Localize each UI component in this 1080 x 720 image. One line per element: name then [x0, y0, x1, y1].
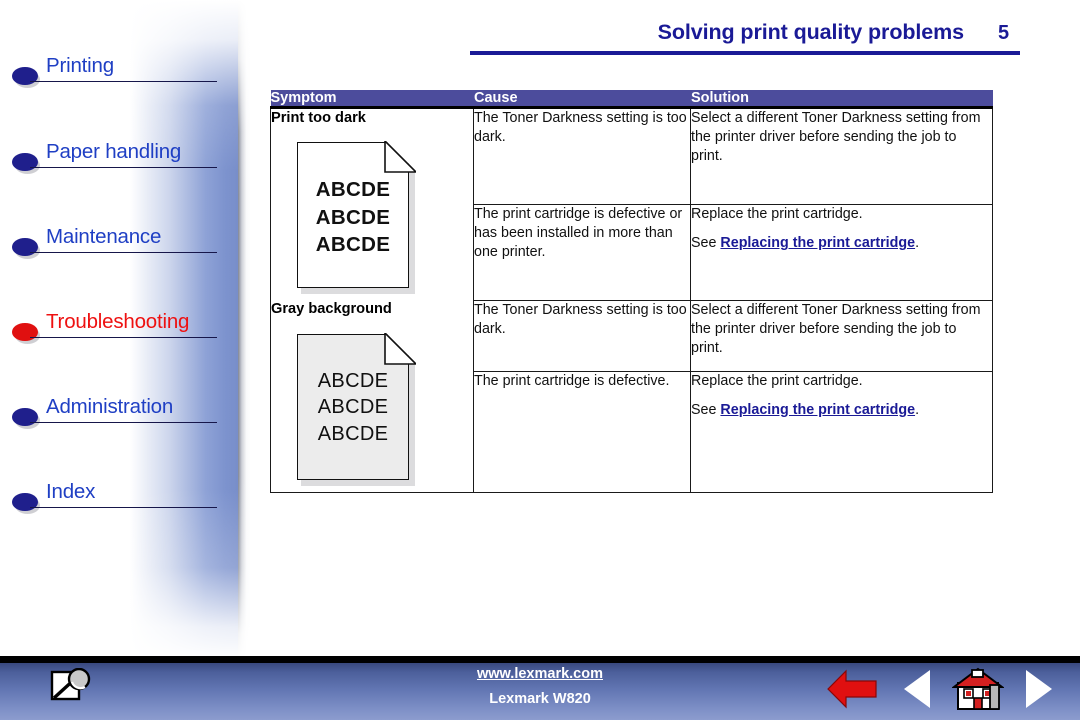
page-number: 5	[998, 22, 1010, 44]
page-title: Solving print quality problems	[657, 20, 964, 44]
gray-background-sample-page: ABCDE ABCDE ABCDE	[297, 332, 416, 486]
sidebar-item-rule	[30, 422, 217, 423]
bullet-icon	[12, 323, 40, 344]
see-suffix: .	[915, 401, 920, 418]
see-prefix: See	[691, 401, 721, 418]
replacing-the-print-cartridge-link[interactable]: Replacing the print cartridge	[720, 402, 915, 418]
symptom-cell-print-too-dark: Print too dark ABCDE ABCDE ABCDE	[270, 107, 474, 301]
solution-cell: Replace the print cartridge. See Replaci…	[690, 371, 993, 493]
header-underline	[470, 51, 1020, 55]
footer-bar: www.lexmark.com Lexmark W820	[0, 656, 1080, 720]
sidebar-item-label: Maintenance	[46, 225, 162, 248]
sidebar-item-paper-handling[interactable]: Paper handling	[12, 140, 217, 174]
sidebar-item-maintenance[interactable]: Maintenance	[12, 225, 217, 259]
next-page-icon[interactable]	[1022, 667, 1056, 711]
symptom-title: Print too dark	[271, 110, 366, 126]
cause-text: The print cartridge is defective.	[474, 372, 670, 389]
solution-text: Replace the print cartridge.	[691, 206, 863, 223]
sidebar-item-label: Administration	[46, 395, 174, 418]
solution-cell: Select a different Toner Darkness settin…	[690, 300, 993, 372]
solution-reference: See Replacing the print cartridge.	[691, 401, 992, 420]
bullet-icon	[12, 408, 40, 429]
sidebar-item-label: Troubleshooting	[46, 310, 190, 333]
cause-text: The print cartridge is defective or has …	[474, 206, 683, 261]
symptom-title: Gray background	[271, 301, 392, 318]
sidebar-item-index[interactable]: Index	[12, 480, 217, 514]
home-icon[interactable]	[952, 667, 1004, 711]
print-quality-problems-table: Symptom Cause Solution Print too dark AB…	[270, 90, 993, 493]
see-suffix: .	[915, 235, 920, 252]
bullet-icon	[12, 153, 40, 174]
previous-page-icon[interactable]	[900, 667, 934, 711]
cause-cell: The Toner Darkness setting is too dark.	[473, 300, 691, 372]
solution-cell: Select a different Toner Darkness settin…	[690, 107, 993, 206]
column-header-solution: Solution	[690, 90, 993, 109]
sidebar-item-label: Index	[46, 480, 96, 503]
table-header-row: Symptom Cause Solution	[270, 90, 993, 109]
bullet-icon	[12, 493, 40, 514]
sidebar-item-rule	[30, 167, 217, 168]
sidebar-shadow-edge	[238, 0, 250, 660]
bullet-dot	[12, 408, 38, 426]
table-row: Print too dark ABCDE ABCDE ABCDE The Ton…	[270, 107, 993, 301]
page-header: Solving print quality problems 5	[470, 20, 1020, 55]
search-magnifier-icon[interactable]	[44, 668, 96, 710]
print-too-dark-sample-page: ABCDE ABCDE ABCDE	[297, 141, 416, 295]
sidebar-item-rule	[30, 507, 217, 508]
sidebar-navigation: Printing Paper handling Maintenance Trou…	[0, 0, 250, 660]
bullet-dot	[12, 493, 38, 511]
column-header-symptom: Symptom	[270, 90, 474, 109]
cause-cell: The print cartridge is defective or has …	[473, 204, 691, 301]
replacing-the-print-cartridge-link[interactable]: Replacing the print cartridge	[720, 235, 915, 251]
sidebar-item-rule	[30, 252, 217, 253]
cause-text: The Toner Darkness setting is too dark.	[474, 110, 687, 145]
sidebar-item-label: Paper handling	[46, 140, 182, 163]
cause-cell: The print cartridge is defective.	[473, 371, 691, 493]
lexmark-website-link[interactable]: www.lexmark.com	[380, 666, 700, 682]
sidebar-item-administration[interactable]: Administration	[12, 395, 217, 429]
bullet-dot	[12, 238, 38, 256]
solution-cell: Replace the print cartridge. See Replaci…	[690, 204, 993, 301]
bullet-icon	[12, 238, 40, 259]
column-header-cause: Cause	[473, 90, 691, 109]
bullet-icon	[12, 67, 40, 88]
sidebar-item-printing[interactable]: Printing	[12, 54, 217, 88]
solution-text: Replace the print cartridge.	[691, 372, 863, 389]
footer-top-divider	[0, 656, 1080, 663]
solution-reference: See Replacing the print cartridge.	[691, 234, 992, 253]
printer-model-label: Lexmark W820	[489, 691, 591, 707]
bullet-dot	[12, 67, 38, 85]
footer-center-text: www.lexmark.com Lexmark W820	[380, 666, 700, 707]
bullet-dot	[12, 323, 38, 341]
cause-cell: The Toner Darkness setting is too dark.	[473, 107, 691, 206]
see-prefix: See	[691, 235, 721, 252]
sidebar-item-label: Printing	[46, 54, 114, 77]
sidebar-item-rule	[30, 81, 217, 82]
bullet-dot	[12, 153, 38, 171]
symptom-cell-gray-background: Gray background ABCDE ABCDE ABCDE	[270, 300, 474, 493]
solution-text: Select a different Toner Darkness settin…	[691, 110, 981, 164]
back-arrow-icon[interactable]	[826, 667, 878, 711]
sidebar-item-troubleshooting[interactable]: Troubleshooting	[12, 310, 217, 344]
sample-page-text: ABCDE ABCDE ABCDE	[315, 178, 391, 256]
table-row: Gray background ABCDE ABCDE ABCDE The To…	[270, 300, 993, 493]
cause-text: The Toner Darkness setting is too dark.	[474, 301, 687, 337]
sidebar-item-rule	[30, 337, 217, 338]
sample-page-text: ABCDE ABCDE ABCDE	[317, 369, 389, 445]
solution-text: Select a different Toner Darkness settin…	[691, 301, 981, 356]
